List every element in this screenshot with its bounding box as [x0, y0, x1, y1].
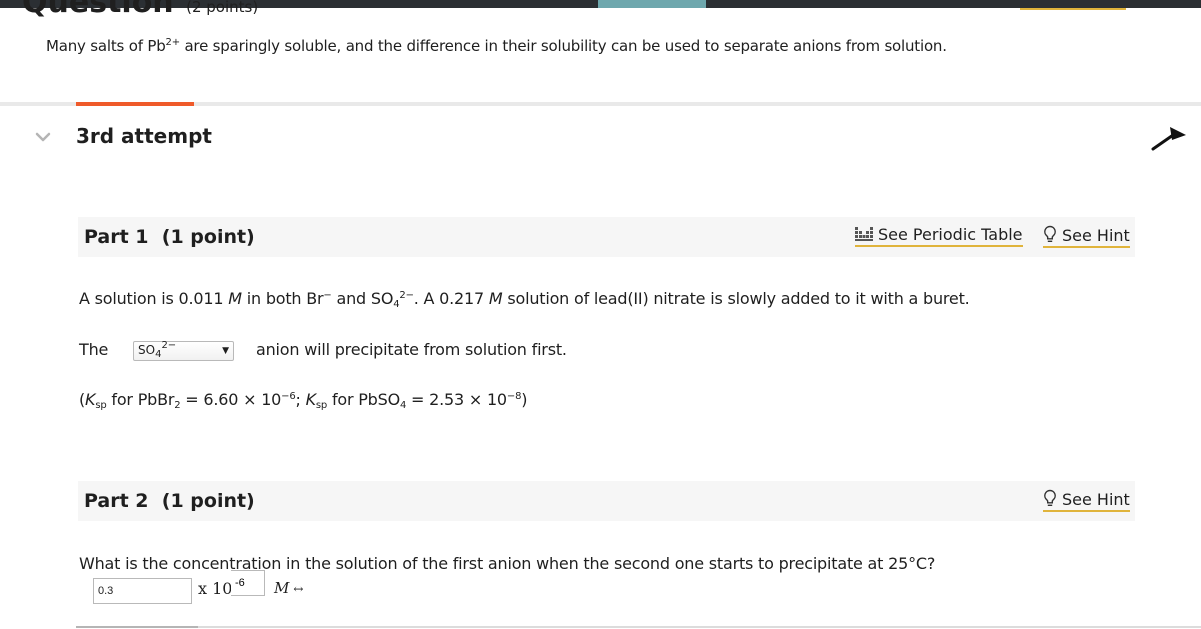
bottom-divider-accent	[76, 626, 198, 628]
part2-see-hint-link[interactable]: See Hint	[1043, 489, 1130, 512]
lightbulb-icon	[1044, 225, 1056, 242]
anion-dropdown[interactable]: SO42− ▼	[133, 341, 234, 361]
unit-toggle-icon[interactable]: ↔	[293, 582, 303, 596]
chevron-down-icon[interactable]	[34, 130, 52, 144]
bottom-divider	[76, 626, 1201, 628]
active-attempt-indicator	[76, 102, 194, 106]
part2-question-text: What is the concentration in the solutio…	[79, 554, 936, 573]
active-tab-indicator	[598, 0, 706, 8]
lightbulb-icon	[1044, 489, 1056, 506]
chevron-down-icon: ▼	[222, 346, 229, 356]
part1-the-label: The	[79, 340, 109, 359]
attempt-title: 3rd attempt	[76, 124, 212, 148]
part1-after-select-text: anion will precipitate from solution fir…	[256, 340, 567, 359]
periodic-table-icon	[855, 227, 873, 241]
part1-title: Part 1 (1 point)	[84, 226, 255, 248]
question-intro: Many salts of Pb2+ are sparingly soluble…	[46, 37, 947, 55]
question-title: Question (2 points)	[22, 0, 259, 20]
part2-header: Part 2 (1 point) See Hint	[78, 481, 1135, 521]
times-ten-label: x 10	[198, 579, 233, 598]
part1-header: Part 1 (1 point) See Periodic Table See …	[78, 217, 1135, 257]
part2-title: Part 2 (1 point)	[84, 490, 255, 512]
part1-problem-text: A solution is 0.011 M in both Br− and SO…	[79, 289, 970, 310]
answer-unit: M ↔	[274, 579, 304, 597]
part1-see-hint-link[interactable]: See Hint	[1043, 225, 1130, 248]
anion-dropdown-value: SO42−	[138, 340, 177, 360]
ksp-values: (Ksp for PbBr2 = 6.60 × 10−6; Ksp for Pb…	[79, 390, 528, 411]
question-points: (2 points)	[186, 0, 259, 16]
see-periodic-table-link[interactable]: See Periodic Table	[855, 225, 1023, 247]
answer-exponent-input[interactable]	[231, 570, 265, 596]
expand-arrow-icon[interactable]	[1150, 124, 1188, 152]
top-link-underline	[1020, 8, 1126, 10]
answer-mantissa-input[interactable]	[93, 578, 192, 604]
